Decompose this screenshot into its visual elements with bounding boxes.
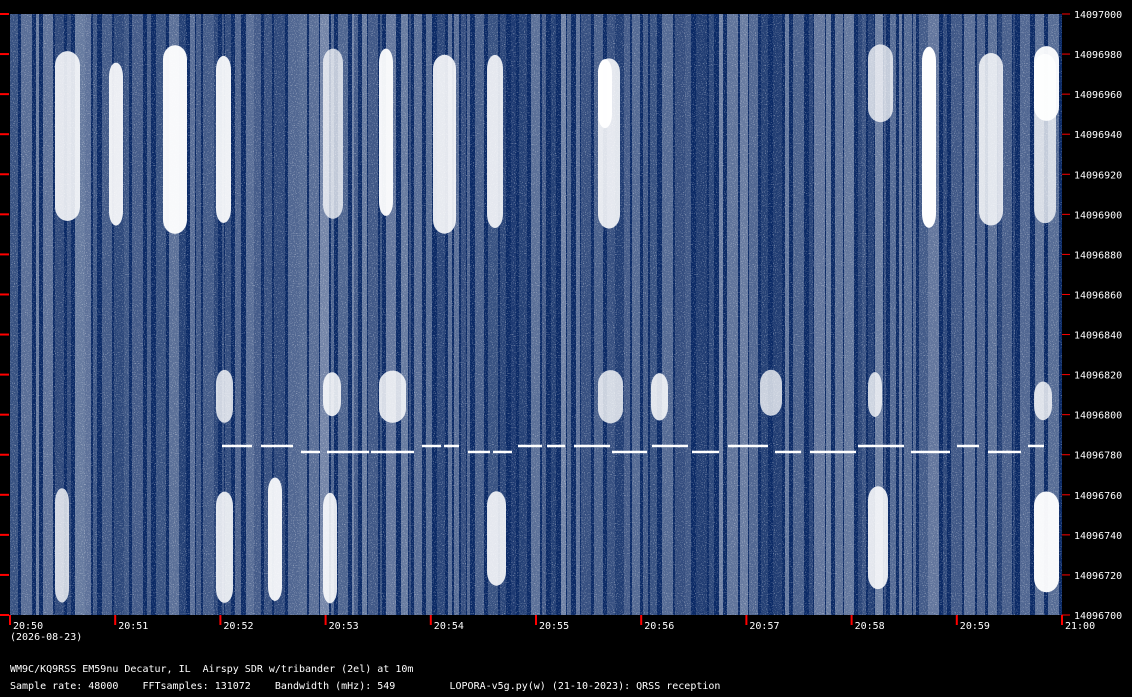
plot-area bbox=[10, 14, 1062, 615]
y-tick-mark-right bbox=[1062, 574, 1070, 576]
y-tick-mark-right bbox=[1062, 253, 1070, 255]
y-tick-mark-right bbox=[1062, 133, 1070, 135]
y-tick-label: 14097000 bbox=[1074, 10, 1122, 21]
noise-speckle bbox=[10, 14, 1062, 615]
date-label: (2026-08-23) bbox=[10, 632, 83, 643]
trace-segment bbox=[574, 444, 610, 448]
trace-segment bbox=[692, 450, 719, 454]
trace-segment bbox=[261, 444, 293, 448]
y-tick-label: 14096840 bbox=[1074, 331, 1122, 342]
x-tick-mark bbox=[219, 615, 222, 625]
x-tick-mark bbox=[429, 615, 432, 625]
y-tick-mark bbox=[0, 453, 9, 456]
y-tick-mark-right bbox=[1062, 374, 1070, 376]
x-tick-label: 20:51 bbox=[118, 621, 148, 632]
x-tick-label: 20:53 bbox=[329, 621, 359, 632]
trace-segment bbox=[327, 450, 369, 454]
y-tick-mark bbox=[0, 493, 9, 496]
waterfall-chart: 14097000 14096980 14096960 14096940 14096920… bbox=[0, 10, 1122, 632]
y-tick-mark-right bbox=[1062, 454, 1070, 456]
y-tick-mark-right bbox=[1062, 414, 1070, 416]
y-tick-mark-right bbox=[1062, 213, 1070, 215]
x-tick-label: 20:59 bbox=[960, 621, 990, 632]
trace-segment bbox=[858, 444, 904, 448]
y-tick-mark bbox=[0, 213, 9, 216]
y-tick-label: 14096780 bbox=[1074, 451, 1122, 462]
y-tick-label: 14096860 bbox=[1074, 290, 1122, 301]
capture-settings: Sample rate: 48000 FFTsamples: 131072 Ba… bbox=[10, 681, 721, 692]
y-tick-mark bbox=[0, 253, 9, 256]
x-tick-label: 20:54 bbox=[434, 621, 464, 632]
y-tick-label: 14096920 bbox=[1074, 170, 1122, 181]
y-tick-mark bbox=[0, 293, 9, 296]
x-tick-mark bbox=[114, 615, 117, 625]
x-tick-mark bbox=[9, 615, 11, 625]
y-tick-mark bbox=[0, 614, 9, 616]
x-tick-mark bbox=[640, 615, 643, 625]
trace-segment bbox=[222, 444, 252, 448]
y-tick-mark bbox=[0, 173, 9, 176]
y-tick-mark-right bbox=[1062, 173, 1070, 175]
trace-segment bbox=[444, 444, 459, 448]
y-tick-label: 14096720 bbox=[1074, 571, 1122, 582]
trace-segment bbox=[371, 450, 414, 454]
y-tick-label: 14096760 bbox=[1074, 491, 1122, 502]
y-tick-mark bbox=[0, 93, 9, 96]
x-tick-label: 20:52 bbox=[223, 621, 253, 632]
trace-segment bbox=[775, 450, 801, 454]
y-tick-mark-right bbox=[1062, 93, 1070, 95]
y-tick-label: 14096940 bbox=[1074, 130, 1122, 141]
y-tick-mark-right bbox=[1062, 534, 1070, 536]
trace-segment bbox=[810, 450, 856, 454]
x-axis: 20:50 20:51 20:52 20:53 20:54 20:55 20:56 20:57… bbox=[9, 615, 1095, 632]
x-tick-label: 20:50 bbox=[13, 621, 43, 632]
y-tick-label: 14096960 bbox=[1074, 90, 1122, 101]
y-tick-label: 14096980 bbox=[1074, 50, 1122, 61]
trace-segment bbox=[468, 450, 490, 454]
y-tick-mark bbox=[0, 573, 9, 576]
trace-segment bbox=[911, 450, 950, 454]
y-tick-mark-right bbox=[1062, 293, 1070, 295]
trace-segment bbox=[612, 450, 647, 454]
trace-segment bbox=[301, 450, 320, 454]
y-tick-mark bbox=[0, 13, 9, 15]
trace-segment bbox=[422, 444, 441, 448]
station-info: WM9C/KQ9RSS EM59nu Decatur, IL Airspy SD… bbox=[10, 664, 414, 675]
x-tick-mark bbox=[745, 615, 748, 625]
trace-segment bbox=[518, 444, 542, 448]
y-tick-label: 14096820 bbox=[1074, 371, 1122, 382]
y-tick-label: 14096740 bbox=[1074, 531, 1122, 542]
y-tick-mark-right bbox=[1062, 13, 1070, 15]
y-tick-mark bbox=[0, 333, 9, 336]
y-tick-mark-right bbox=[1062, 614, 1070, 616]
y-tick-mark-right bbox=[1062, 494, 1070, 496]
y-tick-mark bbox=[0, 533, 9, 536]
x-tick-mark bbox=[955, 615, 958, 625]
x-tick-label: 20:55 bbox=[539, 621, 569, 632]
y-tick-label: 14096800 bbox=[1074, 411, 1122, 422]
y-tick-label: 14096900 bbox=[1074, 210, 1122, 221]
x-tick-mark bbox=[324, 615, 327, 625]
y-tick-mark-right bbox=[1062, 334, 1070, 336]
y-tick-mark bbox=[0, 133, 9, 136]
y-tick-label: 14096880 bbox=[1074, 250, 1122, 261]
y-tick-mark-right bbox=[1062, 53, 1070, 55]
x-tick-label: 20:58 bbox=[855, 621, 885, 632]
trace-segment bbox=[957, 444, 979, 448]
trace-segment bbox=[547, 444, 565, 448]
trace-segment bbox=[493, 450, 512, 454]
trace-segment bbox=[988, 450, 1021, 454]
trace-segment bbox=[1028, 444, 1044, 448]
x-tick-label: 20:56 bbox=[644, 621, 674, 632]
y-tick-mark bbox=[0, 413, 9, 416]
x-tick-label: 20:57 bbox=[749, 621, 779, 632]
trace-segment bbox=[652, 444, 688, 448]
x-tick-mark bbox=[1061, 615, 1063, 625]
x-tick-label: 21:00 bbox=[1065, 621, 1095, 632]
trace-segment bbox=[728, 444, 768, 448]
y-tick-mark bbox=[0, 53, 9, 56]
x-tick-mark bbox=[850, 615, 853, 625]
y-tick-mark bbox=[0, 373, 9, 376]
x-tick-mark bbox=[535, 615, 537, 625]
